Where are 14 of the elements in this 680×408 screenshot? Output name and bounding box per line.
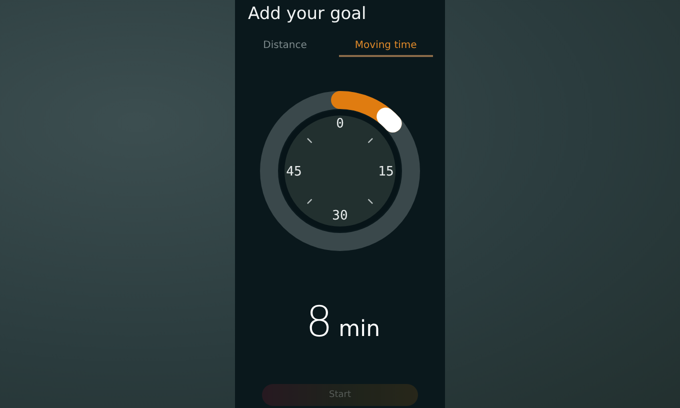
tab[interactable]: Moving time bbox=[338, 38, 433, 57]
screen-title: Add your goal bbox=[248, 4, 366, 24]
goal-value: 8 bbox=[306, 297, 333, 346]
dial-label: 15 bbox=[378, 164, 394, 180]
goal-unit: min bbox=[338, 317, 380, 342]
tick-mark bbox=[368, 198, 373, 204]
dial-label: 0 bbox=[336, 116, 344, 132]
tab[interactable]: Distance bbox=[247, 38, 323, 57]
tick-mark bbox=[307, 138, 312, 144]
dial-label: 45 bbox=[286, 164, 302, 180]
tick-mark bbox=[307, 198, 312, 204]
dial-handle[interactable] bbox=[376, 108, 402, 132]
tick-mark bbox=[368, 138, 373, 144]
dial-label: 30 bbox=[332, 208, 348, 224]
